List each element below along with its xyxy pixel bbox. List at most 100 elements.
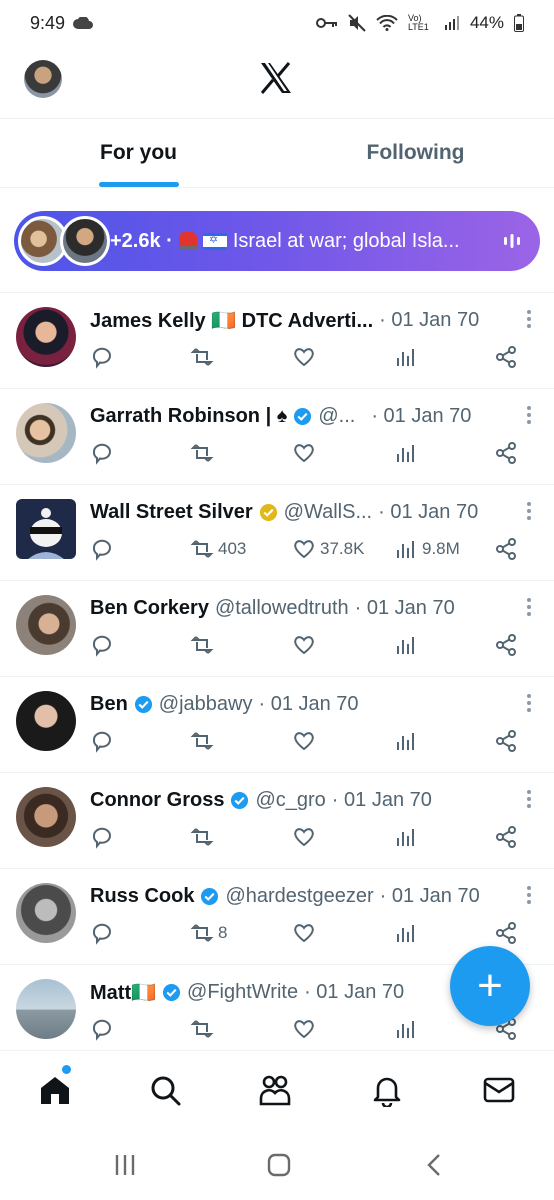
tweet-item[interactable]: James Kelly 🇮🇪 DTC Adverti... · 01 Jan 7… — [0, 292, 554, 388]
tweet-item[interactable]: Ben @jabbawy · 01 Jan 70 — [0, 676, 554, 772]
system-navigation-bar — [0, 1130, 554, 1200]
tweet-item[interactable]: Ben Corkery @tallowedtruth · 01 Jan 70 — [0, 580, 554, 676]
reply-button[interactable] — [90, 825, 114, 849]
like-button[interactable] — [292, 921, 316, 945]
notifications-icon[interactable] — [370, 1073, 404, 1107]
views-button[interactable] — [394, 633, 418, 657]
views-button[interactable] — [394, 825, 418, 849]
like-count: 37.8K — [320, 539, 365, 558]
share-button[interactable] — [494, 729, 518, 753]
verified-badge-icon — [231, 791, 249, 809]
author-name[interactable]: Russ Cook — [90, 885, 194, 908]
views-button[interactable] — [394, 1017, 418, 1041]
recent-apps-icon[interactable] — [112, 1152, 138, 1178]
author-avatar[interactable] — [16, 979, 76, 1039]
live-spaces-banner[interactable]: +2.6k · Israel at war; global Isla... — [14, 211, 540, 271]
reply-button[interactable] — [90, 921, 114, 945]
like-button[interactable]: 37.8K — [292, 537, 364, 561]
x-logo-icon[interactable] — [259, 62, 293, 94]
repost-icon — [190, 636, 214, 654]
like-button[interactable] — [292, 633, 316, 657]
share-icon — [496, 442, 516, 464]
author-name[interactable]: Connor Gross — [90, 789, 224, 812]
repost-button[interactable] — [190, 345, 214, 369]
share-button[interactable] — [494, 441, 518, 465]
more-options-icon[interactable] — [526, 885, 532, 905]
author-avatar[interactable] — [16, 499, 76, 559]
like-button[interactable] — [292, 729, 316, 753]
more-options-icon[interactable] — [526, 693, 532, 713]
reply-button[interactable] — [90, 537, 114, 561]
verified-badge-icon — [162, 983, 181, 1001]
tweet-item[interactable]: Garrath Robinson | ♠ @... · 01 Jan 70 — [0, 388, 554, 484]
author-name[interactable]: Garrath Robinson | ♠ — [90, 405, 287, 428]
share-button[interactable] — [494, 345, 518, 369]
compose-button[interactable]: + — [450, 946, 530, 1026]
repost-button[interactable] — [190, 441, 214, 465]
author-handle: @hardestgeezer — [225, 884, 374, 907]
views-button[interactable] — [394, 345, 418, 369]
reply-button[interactable] — [90, 345, 114, 369]
author-name[interactable]: Wall Street Silver — [90, 501, 253, 524]
author-name[interactable]: James Kelly 🇮🇪 DTC Adverti... — [90, 308, 373, 333]
reply-button[interactable] — [90, 633, 114, 657]
reply-button[interactable] — [90, 729, 114, 753]
like-button[interactable] — [292, 345, 316, 369]
author-avatar[interactable] — [16, 307, 76, 367]
views-button[interactable]: 9.8M — [394, 537, 460, 561]
share-button[interactable] — [494, 825, 518, 849]
tweet-item[interactable]: Connor Gross @c_gro · 01 Jan 70 — [0, 772, 554, 868]
more-options-icon[interactable] — [526, 405, 532, 425]
share-button[interactable] — [494, 537, 518, 561]
views-button[interactable] — [394, 729, 418, 753]
author-avatar[interactable] — [16, 883, 76, 943]
more-options-icon[interactable] — [526, 501, 532, 521]
author-name[interactable]: Ben Corkery — [90, 597, 209, 620]
banner-avatar — [60, 216, 110, 266]
banner-text: +2.6k · Israel at war; global Isla... — [110, 230, 490, 253]
top-header — [0, 46, 554, 118]
repost-button[interactable] — [190, 1017, 214, 1041]
repost-button[interactable] — [190, 633, 214, 657]
repost-button[interactable]: 8 — [190, 921, 227, 945]
verified-badge-icon — [294, 407, 312, 425]
author-avatar[interactable] — [16, 787, 76, 847]
repost-button[interactable] — [190, 825, 214, 849]
like-button[interactable] — [292, 1017, 316, 1041]
home-system-icon[interactable] — [266, 1152, 292, 1178]
more-options-icon[interactable] — [526, 789, 532, 809]
tab-for-you[interactable]: For you — [0, 119, 277, 187]
tweet-date: · 01 Jan 70 — [304, 980, 405, 1003]
views-icon — [397, 1021, 414, 1038]
author-avatar[interactable] — [16, 691, 76, 751]
reply-button[interactable] — [90, 441, 114, 465]
messages-icon[interactable] — [482, 1073, 516, 1107]
author-name[interactable]: Matt🇮🇪 — [90, 980, 156, 1005]
tab-following[interactable]: Following — [277, 119, 554, 187]
more-options-icon[interactable] — [526, 597, 532, 617]
like-button[interactable] — [292, 825, 316, 849]
repost-button[interactable]: 403 — [190, 537, 246, 561]
like-button[interactable] — [292, 441, 316, 465]
views-button[interactable] — [394, 921, 418, 945]
search-icon[interactable] — [148, 1073, 182, 1107]
share-button[interactable] — [494, 633, 518, 657]
views-icon — [397, 637, 414, 654]
repost-button[interactable] — [190, 729, 214, 753]
home-icon[interactable] — [38, 1073, 72, 1107]
share-button[interactable] — [494, 921, 518, 945]
more-options-icon[interactable] — [526, 309, 532, 329]
author-handle: @jabbawy — [158, 692, 253, 715]
like-icon — [294, 540, 314, 559]
communities-icon[interactable] — [258, 1073, 292, 1107]
author-name[interactable]: Ben — [90, 693, 128, 716]
profile-avatar[interactable] — [24, 60, 62, 98]
views-icon — [397, 541, 414, 558]
reply-button[interactable] — [90, 1017, 114, 1041]
tweet-item[interactable]: Wall Street Silver @WallS... · 01 Jan 70… — [0, 484, 554, 580]
back-icon[interactable] — [422, 1152, 448, 1178]
author-avatar[interactable] — [16, 403, 76, 463]
author-avatar[interactable] — [16, 595, 76, 655]
views-button[interactable] — [394, 441, 418, 465]
tweet-date: · 01 Jan 70 — [378, 500, 479, 523]
